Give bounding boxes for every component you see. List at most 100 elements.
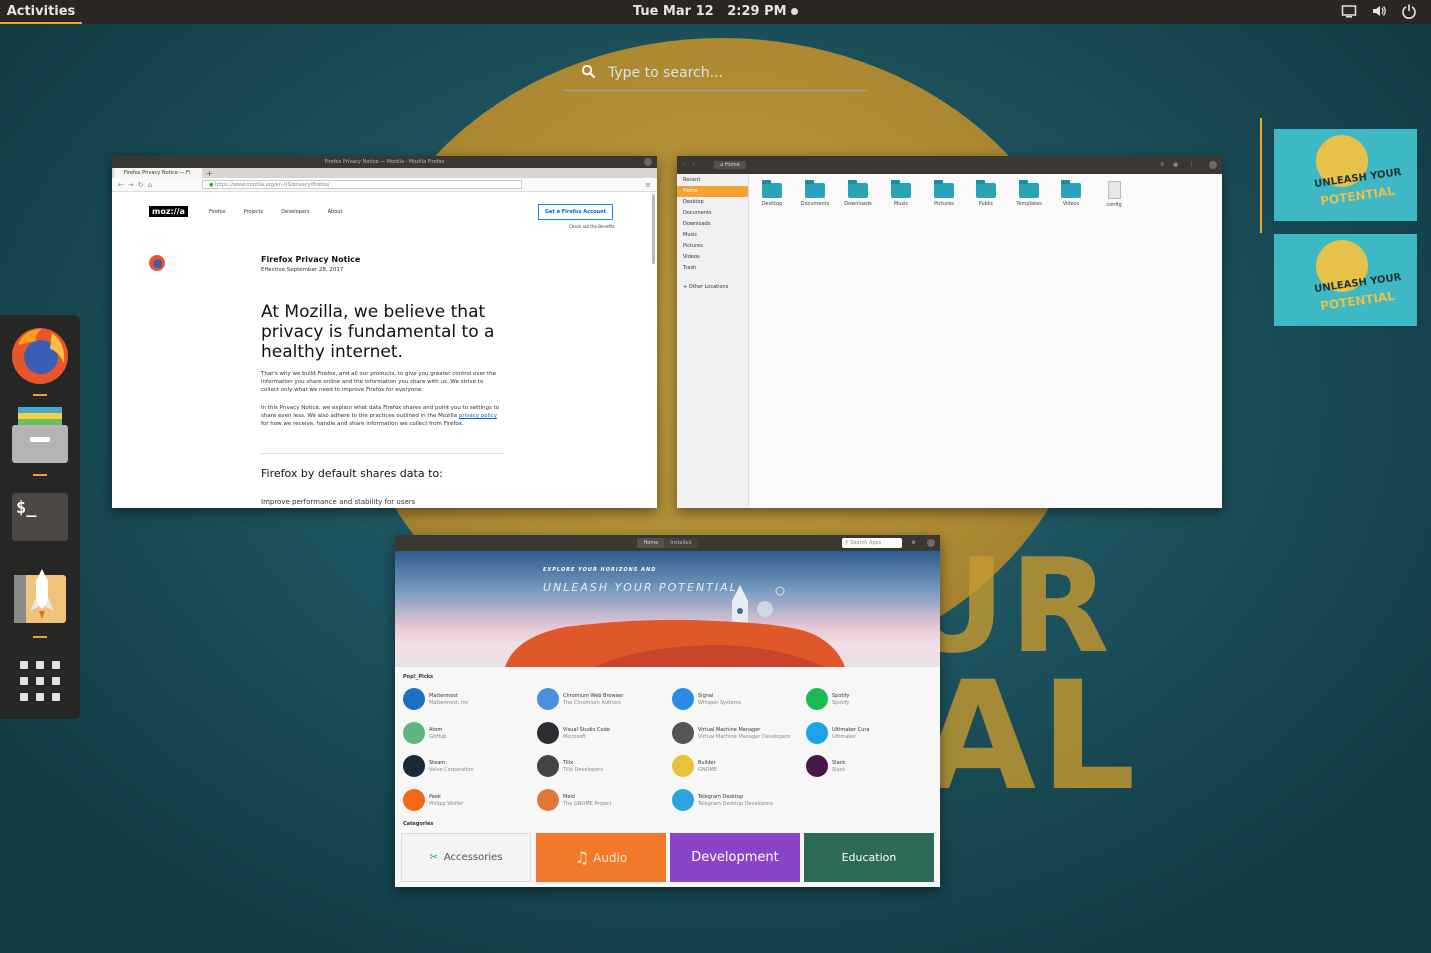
app-icon xyxy=(672,688,694,710)
folder-pictures[interactable]: Pictures xyxy=(927,180,961,207)
firefox-titlebar[interactable]: Firefox Privacy Notice — Mozilla - Mozil… xyxy=(112,156,657,168)
shop-headerbar[interactable]: Home Installed ⚲ Search Apps ⚙ xyxy=(395,535,940,551)
sidebar-item-pictures[interactable]: Pictures xyxy=(677,241,748,252)
folder-public[interactable]: Public xyxy=(969,180,1003,207)
files-window[interactable]: ‹ › ⌂ Home ⚲ ▦ ⋮ Recent Home Desktop Doc… xyxy=(677,156,1222,508)
app-icon xyxy=(537,688,559,710)
back-icon[interactable]: ← xyxy=(118,181,124,189)
shop-search-field[interactable]: ⚲ Search Apps xyxy=(842,538,902,548)
volume-icon[interactable] xyxy=(1371,3,1387,19)
privacy-policy-link[interactable]: privacy policy xyxy=(459,413,497,419)
settings-icon[interactable]: ⚙ xyxy=(912,535,916,551)
sidebar-item-music[interactable]: Music xyxy=(677,230,748,241)
sidebar-item-downloads[interactable]: Downloads xyxy=(677,219,748,230)
url-bar[interactable]: ● https://www.mozilla.org/en-US/privacy/… xyxy=(202,180,523,189)
dash-files[interactable] xyxy=(10,405,70,465)
files-headerbar[interactable]: ‹ › ⌂ Home ⚲ ▦ ⋮ xyxy=(677,156,1222,174)
app-card[interactable]: Builder GNOME xyxy=(672,752,812,782)
sidebar-item-recent[interactable]: Recent xyxy=(677,175,748,186)
sidebar-item-desktop[interactable]: Desktop xyxy=(677,197,748,208)
nav-about[interactable]: About xyxy=(328,209,343,215)
app-card[interactable]: Mattermost Mattermost, Inc xyxy=(403,685,543,715)
menu-icon[interactable]: ≡ xyxy=(645,181,651,189)
app-card[interactable]: Telegram Desktop Telegram Desktop Develop… xyxy=(672,786,812,816)
browser-tab[interactable]: Firefox Privacy Notice — Fi xyxy=(114,168,202,178)
app-card[interactable]: Steam Valve Corporation xyxy=(403,752,543,782)
app-card[interactable]: Signal Whisper Systems xyxy=(672,685,812,715)
app-card[interactable]: Tilix Tilix Developers xyxy=(537,752,677,782)
new-tab-icon[interactable]: + xyxy=(206,169,213,178)
sidebar-item-other-locations[interactable]: + Other Locations xyxy=(677,282,748,293)
overview-search[interactable] xyxy=(563,56,867,91)
firefox-account-button[interactable]: Get a Firefox Account xyxy=(538,204,614,220)
app-card[interactable]: Visual Studio Code Microsoft xyxy=(537,719,677,749)
tab-home[interactable]: Home xyxy=(637,538,665,548)
sidebar-item-documents[interactable]: Documents xyxy=(677,208,748,219)
category-label: Audio xyxy=(593,850,628,865)
file-config[interactable]: config xyxy=(1097,181,1131,208)
path-bar-home[interactable]: ⌂ Home xyxy=(714,161,746,169)
app-developer: The GNOME Project xyxy=(563,801,612,807)
sidebar-item-home[interactable]: Home xyxy=(677,186,748,197)
workspace-thumbnail-2[interactable]: UNLEASH YOUR POTENTIAL xyxy=(1274,234,1417,326)
app-developer: Slack xyxy=(832,767,846,773)
running-indicator xyxy=(33,474,47,476)
category-audio[interactable]: ♫ Audio xyxy=(536,833,666,882)
app-card[interactable]: Chromium Web Browser The Chromium Authors xyxy=(537,685,677,715)
reload-icon[interactable]: ↻ xyxy=(138,181,144,189)
app-card[interactable]: Virtual Machine Manager Virtual Machine M… xyxy=(672,719,812,749)
power-icon[interactable] xyxy=(1401,3,1417,19)
folder-documents[interactable]: Documents xyxy=(798,180,832,207)
view-icon[interactable]: ▦ xyxy=(1173,156,1178,174)
screen-icon[interactable] xyxy=(1341,3,1357,19)
path-label: Home xyxy=(724,162,740,168)
window-title: Firefox Privacy Notice — Mozilla - Mozil… xyxy=(324,159,445,165)
folder-desktop[interactable]: Desktop xyxy=(755,180,789,207)
search-icon[interactable]: ⚲ xyxy=(1160,156,1164,174)
workspace-thumbnail-1[interactable]: UNLEASH YOUR POTENTIAL xyxy=(1274,129,1417,221)
clock-button[interactable]: Tue Mar 12 2:29 PM xyxy=(633,4,799,19)
app-icon xyxy=(672,722,694,744)
folder-templates[interactable]: Templates xyxy=(1012,180,1046,207)
app-developer: Ultimaker xyxy=(832,734,857,740)
account-sub-link[interactable]: Check out the Benefits xyxy=(569,224,615,229)
app-card[interactable]: Spotify Spotify xyxy=(806,685,940,715)
app-card[interactable]: Peek Philipp Wolfer xyxy=(403,786,543,816)
app-name: Tilix xyxy=(563,760,574,766)
activities-button[interactable]: Activities xyxy=(0,0,82,24)
home-icon[interactable]: ⌂ xyxy=(148,181,152,189)
folder-music[interactable]: Music xyxy=(884,180,918,207)
category-accessories[interactable]: ✂ Accessories xyxy=(401,833,531,882)
running-indicator xyxy=(33,394,47,396)
scrollbar[interactable] xyxy=(652,194,655,264)
folder-downloads[interactable]: Downloads xyxy=(841,180,875,207)
close-button[interactable] xyxy=(1209,161,1217,169)
nav-projects[interactable]: Projects xyxy=(244,209,264,215)
folder-videos[interactable]: Videos xyxy=(1054,180,1088,207)
menu-icon[interactable]: ⋮ xyxy=(1189,156,1194,174)
sidebar-item-videos[interactable]: Videos xyxy=(677,252,748,263)
show-applications-button[interactable] xyxy=(10,651,70,711)
dash-pop-shop[interactable] xyxy=(10,567,70,627)
dash-firefox[interactable] xyxy=(10,325,70,385)
close-button[interactable] xyxy=(644,158,652,166)
app-card[interactable]: Meld The GNOME Project xyxy=(537,786,677,816)
sidebar-item-trash[interactable]: Trash xyxy=(677,263,748,274)
back-icon[interactable]: ‹ xyxy=(683,162,685,168)
mozilla-logo[interactable]: moz://a xyxy=(149,206,188,217)
dash-terminal[interactable]: $_ xyxy=(10,487,70,547)
nav-developers[interactable]: Developers xyxy=(281,209,309,215)
forward-icon[interactable]: › xyxy=(693,162,695,168)
forward-icon[interactable]: → xyxy=(128,181,134,189)
close-button[interactable] xyxy=(927,539,935,547)
nav-firefox[interactable]: Firefox xyxy=(209,209,226,215)
firefox-window[interactable]: Firefox Privacy Notice — Mozilla - Mozil… xyxy=(112,156,657,508)
cut-off-text: Improve performance and stability for us… xyxy=(261,498,416,506)
tab-installed[interactable]: Installed xyxy=(664,538,698,548)
search-input[interactable] xyxy=(608,65,867,81)
app-card[interactable]: Ultimaker Cura Ultimaker xyxy=(806,719,940,749)
category-education[interactable]: Education xyxy=(804,833,934,882)
app-card[interactable]: Atom GitHub xyxy=(403,719,543,749)
category-development[interactable]: Development xyxy=(670,833,800,882)
app-card[interactable]: Slack Slack xyxy=(806,752,940,782)
